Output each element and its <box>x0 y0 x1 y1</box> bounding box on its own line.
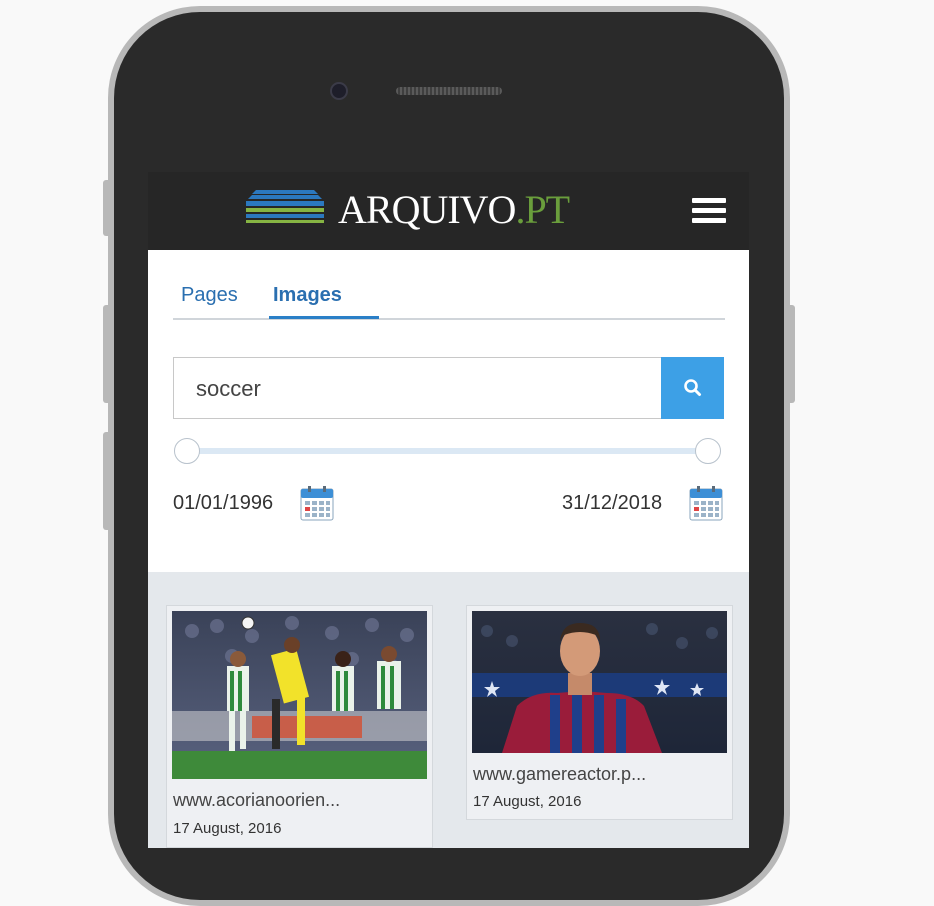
logo-icon[interactable] <box>246 190 324 228</box>
search-button[interactable] <box>661 357 724 419</box>
front-camera <box>330 82 348 100</box>
tab-pages[interactable]: Pages <box>181 284 238 307</box>
search-input[interactable]: soccer <box>173 357 661 419</box>
active-tab-indicator <box>269 316 379 319</box>
calendar-icon[interactable] <box>689 485 723 521</box>
tab-images[interactable]: Images <box>273 284 342 307</box>
result-site: www.acorianoorien... <box>173 790 341 810</box>
search-type-tabs: Pages Images <box>173 280 725 320</box>
search-input-value: soccer <box>196 376 261 401</box>
image-result-card[interactable]: www.gamereactor.p... 17 August, 2016 <box>466 605 733 820</box>
side-button <box>103 305 111 403</box>
date-slider-start-handle[interactable] <box>174 438 200 464</box>
result-thumbnail-soccer-match <box>172 611 427 779</box>
calendar-icon[interactable] <box>300 485 334 521</box>
earpiece-speaker <box>396 87 502 95</box>
date-range-slider-track[interactable] <box>188 448 708 454</box>
image-results: www.acorianoorien... 17 August, 2016 www… <box>148 572 749 848</box>
side-button <box>103 180 111 236</box>
logo-text-accent: .PT <box>515 187 570 232</box>
site-header: ARQUIVO.PT <box>148 172 749 250</box>
hamburger-menu-icon[interactable] <box>692 198 726 226</box>
date-slider-end-handle[interactable] <box>695 438 721 464</box>
logo-text[interactable]: ARQUIVO.PT <box>338 186 570 233</box>
search-icon <box>684 379 701 396</box>
phone-screen: ARQUIVO.PT Pages Images soccer 01/01/199… <box>148 172 749 848</box>
result-thumbnail-footballer <box>472 611 727 753</box>
end-date[interactable]: 31/12/2018 <box>562 492 662 515</box>
logo-text-main: ARQUIVO <box>338 187 516 232</box>
image-result-card[interactable]: www.acorianoorien... 17 August, 2016 <box>166 605 433 848</box>
side-button <box>103 432 111 530</box>
result-date: 17 August, 2016 <box>173 820 282 837</box>
result-site: www.gamereactor.p... <box>473 764 647 784</box>
result-date: 17 August, 2016 <box>473 793 582 810</box>
start-date[interactable]: 01/01/1996 <box>173 492 273 515</box>
side-button <box>787 305 795 403</box>
